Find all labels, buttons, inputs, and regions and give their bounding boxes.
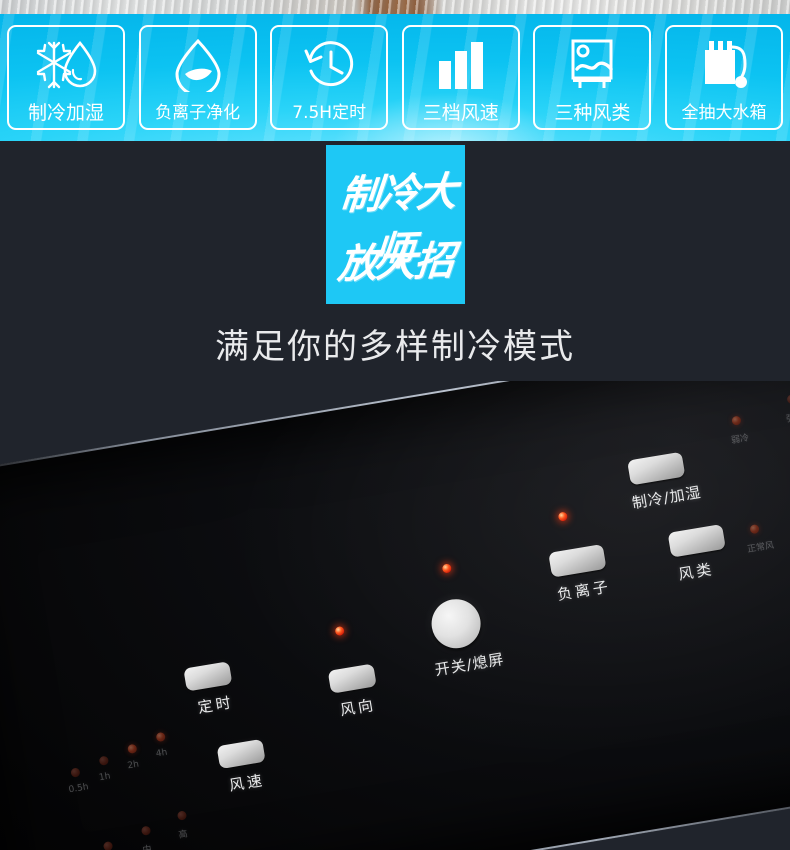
feature-highlight-band: 制冷加湿 负离子净化 7.5H定时 三档风速 三种风类 全抽大水箱 bbox=[0, 14, 790, 141]
control-panel-photo: 0.5h 1h 2h 4h 低 中 高 定时 bbox=[0, 381, 790, 850]
feature-card-timer[interactable]: 7.5H定时 bbox=[270, 25, 389, 130]
floor-slats-texture bbox=[0, 0, 790, 14]
product-detail-page: 制冷加湿 负离子净化 7.5H定时 三档风速 三种风类 全抽大水箱 制冷大师 放… bbox=[0, 0, 790, 850]
snowflake-waterdrop-icon bbox=[9, 27, 123, 102]
feature-card-three-wind-types[interactable]: 三种风类 bbox=[533, 25, 652, 130]
feature-label: 全抽大水箱 bbox=[681, 103, 767, 123]
timer-led-label-3: 4h bbox=[155, 747, 169, 760]
speed-led-label-2: 高 bbox=[177, 829, 189, 841]
feature-card-three-speeds[interactable]: 三档风速 bbox=[401, 25, 520, 130]
feature-card-anion-purify[interactable]: 负离子净化 bbox=[138, 25, 257, 130]
hero-subtitle: 满足你的多样制冷模式 bbox=[215, 327, 575, 367]
waterdrop-leaf-icon bbox=[141, 27, 255, 102]
panel-surface: 0.5h 1h 2h 4h 低 中 高 定时 bbox=[0, 381, 790, 850]
feature-label: 三种风类 bbox=[554, 102, 631, 124]
headline-line-2: 放大招 bbox=[335, 237, 455, 288]
airflow-panel-icon bbox=[535, 27, 649, 102]
feature-card-water-tank[interactable]: 全抽大水箱 bbox=[664, 25, 783, 130]
bar-levels-icon bbox=[404, 27, 518, 102]
timer-led-label-2: 2h bbox=[126, 759, 140, 772]
clock-timer-icon bbox=[272, 27, 386, 102]
hero-section: 制冷大师 放大招 满足你的多样制冷模式 0.5h 1h 2h 4h 高 定时 风… bbox=[0, 141, 790, 850]
room-photo-strip bbox=[0, 0, 790, 14]
power-button[interactable]: 开关/熄屏 bbox=[427, 563, 506, 679]
feature-label: 7.5H定时 bbox=[292, 103, 367, 123]
water-tank-icon bbox=[667, 27, 781, 102]
timer-led-label-1: 1h bbox=[98, 771, 112, 784]
feature-label: 三档风速 bbox=[422, 102, 499, 124]
feature-label: 制冷加湿 bbox=[27, 102, 104, 124]
headline-badge: 制冷大师 放大招 bbox=[326, 145, 465, 304]
feature-card-cool-humidify[interactable]: 制冷加湿 bbox=[7, 25, 125, 130]
power-button-cap[interactable] bbox=[427, 595, 485, 652]
feature-label: 负离子净化 bbox=[155, 103, 241, 123]
panel-sheen bbox=[0, 381, 790, 850]
feature-card-list: 制冷加湿 负离子净化 7.5H定时 三档风速 三种风类 全抽大水箱 bbox=[0, 14, 790, 141]
